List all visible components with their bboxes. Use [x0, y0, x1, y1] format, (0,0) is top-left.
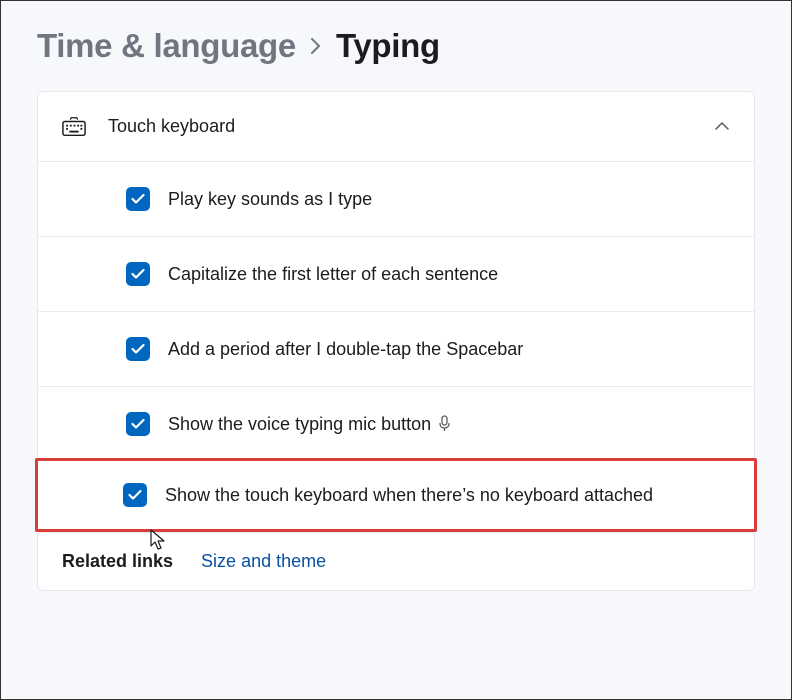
- checkbox[interactable]: [126, 337, 150, 361]
- option-label: Add a period after I double-tap the Spac…: [168, 336, 523, 362]
- breadcrumb: Time & language Typing: [37, 27, 755, 65]
- chevron-up-icon: [714, 118, 730, 136]
- checkbox[interactable]: [123, 483, 147, 507]
- related-links-row: Related links Size and theme: [38, 532, 754, 590]
- touch-keyboard-panel: Touch keyboard Play key sounds as I type…: [37, 91, 755, 591]
- checkbox[interactable]: [126, 412, 150, 436]
- option-show-voice-typing-mic[interactable]: Show the voice typing mic button: [38, 386, 754, 461]
- microphone-icon: [438, 415, 451, 432]
- size-and-theme-link[interactable]: Size and theme: [201, 551, 326, 572]
- option-label: Show the voice typing mic button: [168, 411, 451, 437]
- option-show-touch-keyboard-no-keyboard[interactable]: Show the touch keyboard when there’s no …: [35, 458, 757, 532]
- option-label: Show the touch keyboard when there’s no …: [165, 482, 653, 508]
- option-add-period-double-tap[interactable]: Add a period after I double-tap the Spac…: [38, 311, 754, 386]
- checkbox[interactable]: [126, 262, 150, 286]
- keyboard-icon: [62, 117, 86, 137]
- option-play-key-sounds[interactable]: Play key sounds as I type: [38, 161, 754, 236]
- option-capitalize-first-letter[interactable]: Capitalize the first letter of each sent…: [38, 236, 754, 311]
- checkbox[interactable]: [126, 187, 150, 211]
- option-label: Play key sounds as I type: [168, 186, 372, 212]
- touch-keyboard-header[interactable]: Touch keyboard: [38, 92, 754, 161]
- breadcrumb-parent[interactable]: Time & language: [37, 27, 296, 65]
- panel-title: Touch keyboard: [108, 116, 692, 137]
- option-label: Capitalize the first letter of each sent…: [168, 261, 498, 287]
- chevron-right-icon: [310, 37, 322, 55]
- breadcrumb-current: Typing: [336, 27, 440, 65]
- related-links-label: Related links: [62, 551, 173, 572]
